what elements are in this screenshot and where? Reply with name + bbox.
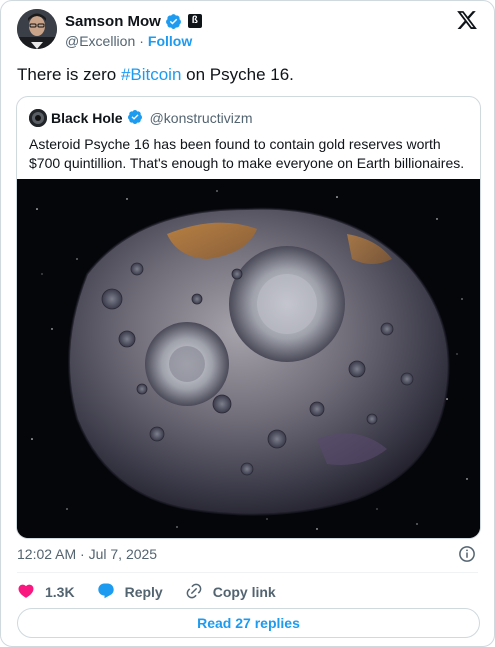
verified-icon [165, 13, 182, 30]
hashtag-link[interactable]: #Bitcoin [121, 65, 181, 84]
like-button[interactable]: 1.3K [17, 582, 75, 603]
tweet-text-before: There is zero [17, 65, 121, 84]
tweet-card: Samson Mow ß @Excellion · Follow There i… [0, 0, 495, 647]
copy-link-button[interactable]: Copy link [185, 582, 276, 603]
link-icon [185, 582, 203, 603]
asteroid-image[interactable] [17, 179, 480, 538]
author-avatar[interactable] [17, 9, 57, 49]
quoted-tweet[interactable]: Black Hole @konstructivizm Asteroid Psyc… [16, 96, 481, 539]
read-replies-button[interactable]: Read 27 replies [17, 608, 480, 638]
quoted-avatar [29, 109, 47, 127]
author-handle-row: @Excellion · Follow [65, 33, 192, 49]
heart-icon [17, 582, 35, 603]
handle-separator: · [139, 33, 144, 49]
x-logo-icon[interactable] [456, 9, 478, 31]
author-name-row: Samson Mow ß [65, 11, 202, 31]
quoted-display-name: Black Hole [51, 109, 123, 126]
reply-icon [97, 582, 115, 603]
tweet-text: There is zero #Bitcoin on Psyche 16. [17, 64, 294, 86]
quoted-name-row: Black Hole @konstructivizm [51, 109, 253, 126]
info-icon[interactable] [458, 545, 476, 563]
like-count: 1.3K [45, 584, 75, 600]
divider [17, 572, 478, 573]
copy-link-label: Copy link [212, 584, 276, 600]
follow-button[interactable]: Follow [148, 33, 192, 49]
author-handle[interactable]: @Excellion [65, 33, 135, 49]
quoted-verified-icon [127, 109, 144, 126]
affiliate-badge: ß [187, 14, 202, 28]
quoted-text: Asteroid Psyche 16 has been found to con… [29, 136, 465, 171]
author-display-name[interactable]: Samson Mow [65, 13, 161, 30]
quoted-handle: @konstructivizm [149, 109, 253, 126]
action-bar: 1.3K Reply Copy link [17, 581, 298, 603]
reply-button[interactable]: Reply [97, 582, 163, 603]
tweet-timestamp[interactable]: 12:02 AM · Jul 7, 2025 [17, 546, 157, 562]
tweet-text-after: on Psyche 16. [181, 65, 294, 84]
reply-label: Reply [124, 584, 163, 600]
